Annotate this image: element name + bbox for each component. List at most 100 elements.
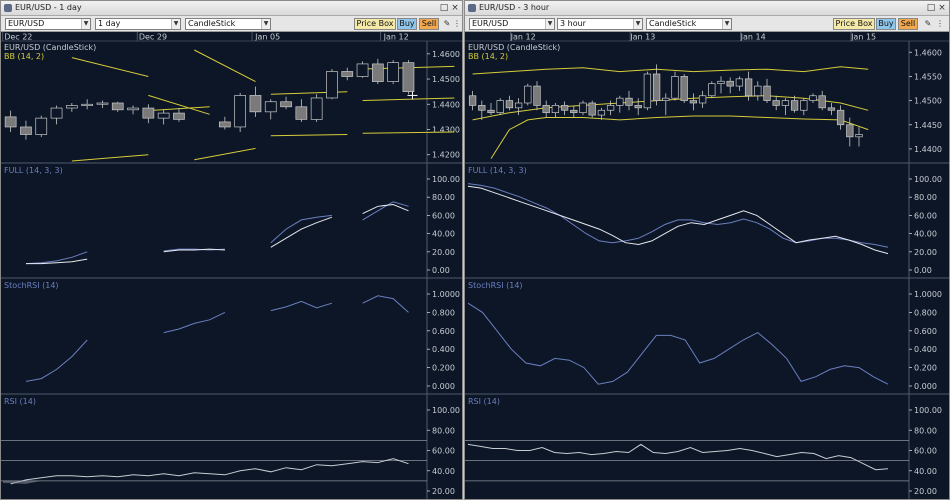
close-icon[interactable]: × — [937, 3, 947, 13]
osc-tick-label: 100.00 — [914, 175, 942, 184]
price-box-button[interactable]: Price Box — [833, 18, 875, 30]
candle-body — [514, 102, 523, 109]
interval-select[interactable]: 3 hour ▼ — [557, 18, 643, 30]
candle-body — [625, 97, 633, 106]
candle-body — [570, 109, 578, 114]
osc-tick-label: 0.200 — [432, 364, 455, 373]
bb-upper-band — [71, 57, 149, 77]
candle-body — [264, 101, 277, 113]
bb-label: BB (14, 2) — [4, 52, 44, 61]
osc-tick-label: 100.00 — [432, 175, 460, 184]
price-tick-label: 1.4500 — [432, 75, 460, 84]
full-main-line — [26, 203, 409, 265]
price-tick-label: 1.4400 — [432, 100, 460, 109]
date-bar — [465, 32, 949, 41]
bb-lower-band — [71, 154, 149, 162]
maximize-icon[interactable]: □ — [439, 3, 449, 13]
osc-tick-label: 0.200 — [914, 364, 937, 373]
osc-tick-label: 20.00 — [914, 487, 937, 496]
chart-type-select[interactable]: CandleStick ▼ — [646, 18, 732, 30]
candle-body — [218, 121, 231, 128]
candle-body — [111, 102, 124, 111]
osc-tick-label: 0.800 — [914, 308, 937, 317]
sell-button[interactable]: Sell — [898, 18, 918, 30]
candle-body — [496, 100, 504, 114]
candle-body — [763, 85, 771, 101]
price-tick-label: 1.4400 — [914, 145, 942, 154]
buy-button[interactable]: Buy — [876, 18, 896, 30]
stochrsi-line — [25, 295, 409, 382]
chevron-down-icon[interactable]: ▼ — [633, 19, 642, 29]
candle-body — [487, 109, 495, 114]
chevron-down-icon[interactable]: ▼ — [81, 19, 90, 29]
price-series-label: EUR/USD (CandleStick) — [468, 43, 560, 52]
osc-tick-label: 60.00 — [432, 211, 455, 220]
chart-type-value: CandleStick — [649, 19, 697, 28]
symbol-select[interactable]: EUR/USD ▼ — [5, 18, 91, 30]
chevron-down-icon[interactable]: ▼ — [545, 19, 554, 29]
app-icon — [468, 4, 476, 12]
candle-body — [560, 105, 569, 111]
candle-body — [597, 109, 606, 116]
candle-body — [754, 85, 762, 97]
bb-upper-band — [472, 66, 869, 75]
osc-tick-label: 60.00 — [914, 447, 937, 456]
osc-tick-label: 100.00 — [432, 406, 460, 415]
candle-body — [809, 95, 817, 101]
chevron-down-icon[interactable]: ▼ — [722, 19, 731, 29]
window-title: EUR/USD - 1 day — [15, 3, 82, 12]
interval-select[interactable]: 1 day ▼ — [95, 18, 181, 30]
candle-body — [551, 105, 560, 114]
price-box-button[interactable]: Price Box — [354, 18, 396, 30]
candle-body — [800, 100, 808, 111]
candle-body — [402, 62, 415, 93]
osc-tick-label: 0.800 — [432, 308, 455, 317]
candle-body — [579, 102, 587, 114]
chevron-down-icon[interactable]: ▼ — [261, 19, 270, 29]
bb-lower-band — [490, 115, 869, 159]
osc-tick-label: 1.0000 — [432, 290, 460, 299]
maximize-icon[interactable]: □ — [926, 3, 936, 13]
candle-body — [533, 85, 541, 106]
candle-body — [35, 117, 48, 135]
chart-type-select[interactable]: CandleStick ▼ — [185, 18, 271, 30]
window-titlebar[interactable]: EUR/USD - 3 hour □ × — [465, 1, 949, 16]
chart-toolbar: EUR/USD ▼ 3 hour ▼ CandleStick ▼ Price B… — [465, 16, 949, 32]
candle-body — [371, 63, 384, 82]
candle-body — [616, 97, 624, 106]
window-titlebar[interactable]: EUR/USD - 1 day □ × — [1, 1, 462, 16]
osc-tick-label: 20.00 — [432, 248, 455, 257]
chart-area[interactable]: Jan 12 Jan 13 Jan 14 Jan 15 1.4600 1.4550 1.45… — [465, 32, 949, 499]
chart-area[interactable]: Dec 22 Dec 29 Jan 05 Jan 12 1.4600 1.4500 1.44… — [1, 32, 462, 499]
more-icon[interactable]: ⋮ — [452, 18, 462, 30]
buy-button[interactable]: Buy — [397, 18, 417, 30]
rsi-oversold-fill — [3, 480, 42, 484]
candle-body — [295, 106, 308, 120]
sell-button[interactable]: Sell — [419, 18, 439, 30]
osc-tick-label: 40.00 — [432, 467, 455, 476]
candle-body — [652, 73, 661, 101]
date-label: Jan 05 — [254, 33, 280, 42]
osc-tick-label: 0.000 — [914, 382, 937, 391]
candle-body — [387, 62, 400, 82]
candle-body — [310, 97, 323, 120]
chevron-down-icon[interactable]: ▼ — [171, 19, 180, 29]
candle-body — [468, 95, 477, 106]
close-icon[interactable]: × — [450, 3, 460, 13]
candle-body — [735, 78, 744, 87]
indicator-label: StochRSI (14) — [4, 281, 59, 290]
osc-tick-label: 80.00 — [432, 193, 455, 202]
draw-tool-icon[interactable]: ✎ — [923, 18, 933, 30]
bb-lower-band — [270, 134, 348, 137]
draw-tool-icon[interactable]: ✎ — [442, 18, 452, 30]
osc-tick-label: 60.00 — [432, 447, 455, 456]
symbol-value: EUR/USD — [472, 19, 509, 28]
candle-body — [326, 71, 338, 99]
date-label: Jan 14 — [740, 33, 766, 42]
more-icon[interactable]: ⋮ — [935, 18, 945, 30]
indicator-label: FULL (14, 3, 3) — [4, 166, 63, 175]
symbol-select[interactable]: EUR/USD ▼ — [469, 18, 555, 30]
candle-body — [588, 102, 596, 116]
osc-tick-label: 20.00 — [432, 487, 455, 496]
candle-body — [65, 105, 78, 109]
